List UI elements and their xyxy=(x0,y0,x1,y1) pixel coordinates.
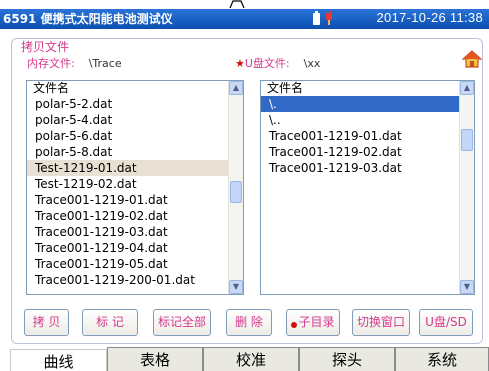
bottom-tab-bar: 曲线 表格 校准 探头 系统 xyxy=(10,347,489,371)
subdir-label: 子目录 xyxy=(298,315,335,329)
file-item[interactable]: polar-5-2.dat xyxy=(27,96,228,112)
file-item[interactable]: Trace001-1219-03.dat xyxy=(261,160,459,176)
scroll-down-icon[interactable]: ▼ xyxy=(460,280,474,294)
mark-button[interactable]: 标 记 xyxy=(82,309,138,336)
record-dot-icon xyxy=(291,322,298,328)
subdir-button[interactable]: 子目录 xyxy=(286,309,340,336)
panel-title: 拷贝文件 xyxy=(21,40,70,54)
tab-table[interactable]: 表格 xyxy=(107,347,203,371)
file-item[interactable]: Trace001-1219-200-01.dat xyxy=(27,272,228,288)
file-item[interactable]: polar-5-8.dat xyxy=(27,144,228,160)
file-item[interactable]: \.. xyxy=(261,112,459,128)
usb-label: U盘文件: xyxy=(244,57,290,70)
usb-path-row: ★U盘文件: \xx xyxy=(235,55,320,71)
file-item[interactable]: Trace001-1219-01.dat xyxy=(27,192,228,208)
home-icon[interactable] xyxy=(462,50,482,68)
star-icon: ★ xyxy=(235,57,245,70)
file-item[interactable]: Trace001-1219-01.dat xyxy=(261,128,459,144)
title-bar: 6591 便携式太阳能电池测试仪 2017-10-26 11:38 xyxy=(0,9,489,29)
tab-curve[interactable]: 曲线 xyxy=(10,349,107,371)
left-scrollbar[interactable]: ▲ ▼ xyxy=(228,81,243,294)
usb-file-list[interactable]: 文件名 \. \.. Trace001-1219-01.dat Trace001… xyxy=(260,80,475,295)
app-title: 6591 便携式太阳能电池测试仪 xyxy=(3,12,173,26)
file-item[interactable]: Trace001-1219-04.dat xyxy=(27,240,228,256)
plug-icon xyxy=(326,11,332,25)
internal-label: 内存文件: xyxy=(27,57,75,70)
internal-path-row: 内存文件: \Trace xyxy=(27,55,122,71)
list-header: 文件名 xyxy=(27,81,228,96)
usb-path: \xx xyxy=(303,57,321,70)
switch-window-button[interactable]: 切换窗口 xyxy=(352,309,410,336)
copy-button[interactable]: 拷 贝 xyxy=(24,309,69,336)
file-item[interactable]: Trace001-1219-03.dat xyxy=(27,224,228,240)
internal-path: \Trace xyxy=(88,57,122,70)
battery-icon xyxy=(313,11,320,25)
usb-sd-button[interactable]: U盘/SD xyxy=(419,309,473,336)
file-item-highlighted[interactable]: Test-1219-01.dat xyxy=(27,160,228,176)
tab-system[interactable]: 系统 xyxy=(395,347,489,371)
file-item[interactable]: Trace001-1219-02.dat xyxy=(27,208,228,224)
scroll-up-icon[interactable]: ▲ xyxy=(460,81,474,95)
internal-file-list[interactable]: 文件名 polar-5-2.dat polar-5-4.dat polar-5-… xyxy=(26,80,244,295)
file-item-selected[interactable]: \. xyxy=(261,96,459,112)
window-handle-icon xyxy=(229,0,245,9)
scroll-thumb[interactable] xyxy=(230,181,242,203)
file-item[interactable]: polar-5-4.dat xyxy=(27,112,228,128)
right-scrollbar[interactable]: ▲ ▼ xyxy=(459,81,474,294)
list-header: 文件名 xyxy=(261,81,459,96)
file-item[interactable]: Test-1219-02.dat xyxy=(27,176,228,192)
file-item[interactable]: Trace001-1219-05.dat xyxy=(27,256,228,272)
scroll-down-icon[interactable]: ▼ xyxy=(229,280,243,294)
tab-probe[interactable]: 探头 xyxy=(299,347,395,371)
delete-button[interactable]: 删 除 xyxy=(226,309,272,336)
scroll-thumb[interactable] xyxy=(461,129,473,151)
file-item[interactable]: Trace001-1219-02.dat xyxy=(261,144,459,160)
mark-all-button[interactable]: 标记全部 xyxy=(153,309,211,336)
file-item[interactable]: polar-5-6.dat xyxy=(27,128,228,144)
tab-calibrate[interactable]: 校准 xyxy=(203,347,299,371)
scroll-up-icon[interactable]: ▲ xyxy=(229,81,243,95)
datetime-display: 2017-10-26 11:38 xyxy=(376,10,483,25)
